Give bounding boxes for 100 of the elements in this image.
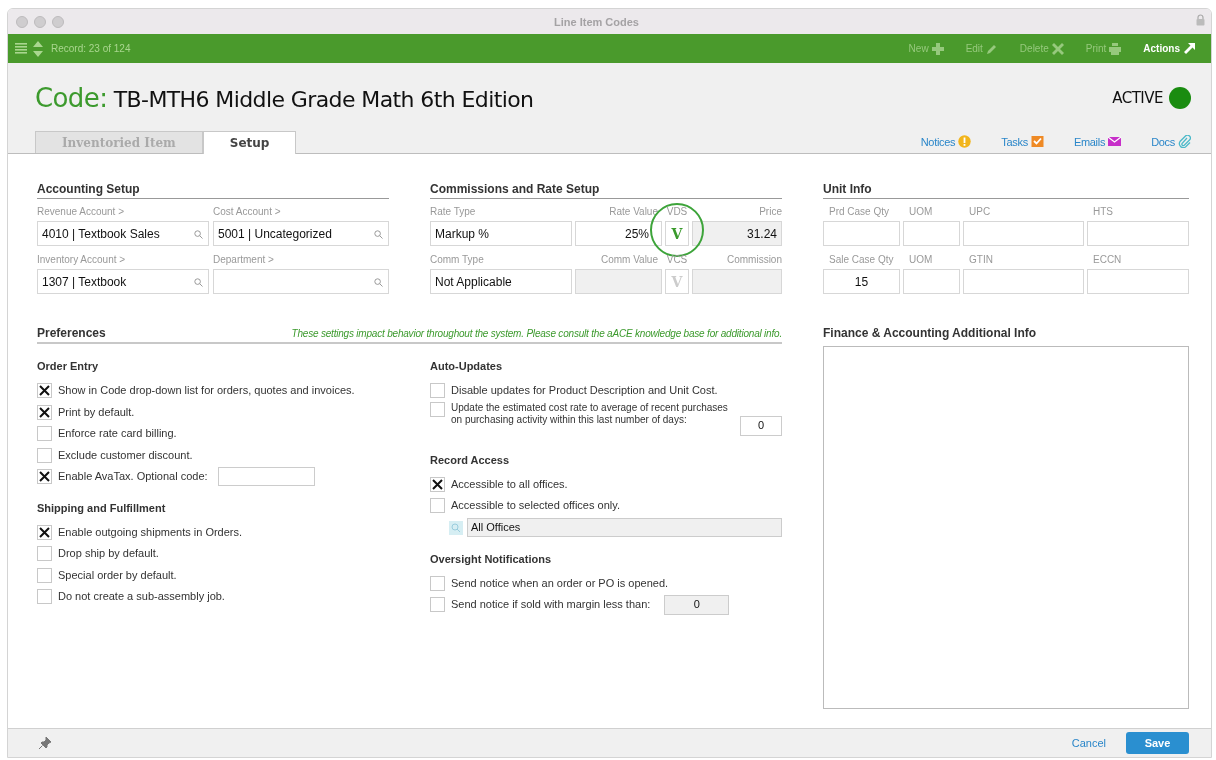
- printer-icon: [1109, 42, 1122, 55]
- pin-icon[interactable]: [39, 737, 51, 749]
- checkbox[interactable]: [37, 404, 52, 420]
- checkbox-label: Enable outgoing shipments in Orders.: [58, 525, 243, 539]
- minimize-button[interactable]: [34, 15, 46, 28]
- input-field[interactable]: [575, 269, 662, 294]
- checkbox[interactable]: [37, 546, 52, 562]
- field-label: UOM: [908, 254, 934, 267]
- checkbox[interactable]: [37, 524, 52, 540]
- record-counter: Record: 23 of 124: [51, 43, 131, 54]
- menu-icon[interactable]: [15, 43, 27, 54]
- input-field[interactable]: 15: [823, 269, 900, 294]
- field-label: UOM: [908, 206, 934, 219]
- checkbox[interactable]: [430, 575, 445, 591]
- field-label: VDS: [665, 206, 689, 219]
- checkbox-label: Print by default.: [58, 405, 135, 419]
- field-label[interactable]: Revenue Account >: [37, 206, 209, 221]
- paperclip-icon: [1178, 135, 1191, 148]
- cancel-link[interactable]: Cancel: [1071, 737, 1106, 749]
- checkbox-label: Disable updates for Product Description and Unit Cost.: [451, 384, 718, 398]
- checkbox[interactable]: [37, 589, 52, 605]
- checkbox[interactable]: [430, 597, 445, 613]
- checkbox-label: Send notice when an order or PO is opened.: [451, 576, 669, 590]
- arrow-icon: [1183, 42, 1195, 55]
- lock-icon: [1196, 14, 1205, 26]
- input-field[interactable]: [963, 269, 1084, 294]
- checkbox[interactable]: [37, 469, 52, 485]
- lookup-field[interactable]: 4010 | Textbook Sales: [37, 221, 209, 246]
- lookup-field[interactable]: 1307 | Textbook: [37, 269, 209, 294]
- toolbar-button[interactable]: Actions: [1137, 42, 1201, 55]
- search-icon[interactable]: [194, 230, 203, 239]
- text-area[interactable]: [823, 346, 1189, 709]
- tab[interactable]: Inventoried Item: [35, 131, 203, 153]
- toggle-button[interactable]: V: [665, 221, 689, 246]
- input-field[interactable]: [1087, 221, 1189, 246]
- checkbox-label: Drop ship by default.: [58, 547, 159, 561]
- field-label: VCS: [665, 254, 689, 267]
- checkbox-label: Special order by default.: [58, 568, 177, 582]
- lookup-field[interactable]: 5001 | Uncategorized: [213, 221, 389, 246]
- field-label: Sale Case Qty: [828, 254, 895, 267]
- checkbox[interactable]: [37, 426, 52, 442]
- search-icon[interactable]: [374, 230, 383, 239]
- input-field[interactable]: 25%: [575, 221, 662, 246]
- dropdown-field[interactable]: Markup %: [430, 221, 572, 246]
- input-field[interactable]: [903, 221, 960, 246]
- input-field[interactable]: [963, 221, 1084, 246]
- checkbox[interactable]: [37, 447, 52, 463]
- input-field[interactable]: [1087, 269, 1189, 294]
- checkbox[interactable]: [37, 567, 52, 583]
- input-field[interactable]: [823, 221, 900, 246]
- field-label: HTS: [1092, 206, 1114, 219]
- info-note: These settings impact behavior throughout the system. Please consult the aACE knowledge base for additional info.: [291, 328, 782, 339]
- lookup-field[interactable]: [213, 269, 389, 294]
- record-title: Code: TB-MTH6 Middle Grade Math 6th Edition: [35, 83, 534, 113]
- header-link[interactable]: Emails: [1073, 135, 1122, 153]
- search-icon[interactable]: [374, 278, 383, 287]
- plus-icon: [931, 42, 944, 55]
- exclamation-icon: [958, 135, 972, 148]
- field-label[interactable]: Inventory Account >: [37, 254, 209, 269]
- status-dot-icon: [1169, 87, 1191, 109]
- close-button[interactable]: [16, 15, 28, 28]
- envelope-icon: [1108, 135, 1122, 148]
- pencil-icon: [985, 42, 998, 55]
- field-label[interactable]: Cost Account >: [213, 206, 389, 221]
- checkbox[interactable]: [430, 476, 445, 492]
- checkbox[interactable]: [430, 401, 445, 417]
- field-label: UPC: [968, 206, 992, 219]
- field-label: Price: [758, 206, 782, 219]
- section-heading: Commissions and Rate Setup: [430, 182, 782, 199]
- checkbox[interactable]: [37, 383, 52, 399]
- section-heading: Preferences: [37, 326, 106, 340]
- search-icon[interactable]: [449, 520, 463, 535]
- input-field[interactable]: [903, 269, 960, 294]
- field-label[interactable]: Department >: [213, 254, 389, 269]
- checkbox-label: Do not create a sub-assembly job.: [58, 590, 225, 604]
- field-label: Comm Value: [599, 254, 659, 267]
- save-button[interactable]: Save: [1126, 732, 1189, 754]
- checkbox-label: Enable AvaTax. Optional code:: [58, 470, 208, 484]
- up-down-arrows-icon[interactable]: [33, 40, 43, 57]
- dropdown-field[interactable]: Not Applicable: [430, 269, 572, 294]
- checkbox-label: Enforce rate card billing.: [58, 427, 177, 441]
- checkbox-label: Accessible to selected offices only.: [451, 499, 620, 513]
- number-field[interactable]: 0: [740, 415, 782, 436]
- checkbox[interactable]: [430, 498, 445, 514]
- zoom-button[interactable]: [52, 15, 64, 28]
- checkbox[interactable]: [430, 383, 445, 399]
- field-label: Commission: [726, 254, 782, 267]
- tab[interactable]: Setup: [202, 131, 297, 154]
- field-label: Comm Type: [430, 254, 485, 267]
- field-label: Rate Value: [608, 206, 659, 219]
- section-heading: Finance & Accounting Additional Info: [823, 326, 1038, 342]
- input-field[interactable]: [217, 467, 315, 487]
- header-link[interactable]: Tasks: [1001, 135, 1044, 153]
- status-label: ACTIVE: [1112, 89, 1163, 107]
- search-icon[interactable]: [194, 278, 203, 287]
- group-heading: Shipping and Fulfillment: [37, 501, 167, 514]
- header-link[interactable]: Docs: [1151, 135, 1191, 153]
- lookup-field[interactable]: All Offices: [467, 518, 782, 537]
- header-link[interactable]: Notices: [920, 135, 972, 153]
- section-heading: Accounting Setup: [37, 182, 389, 199]
